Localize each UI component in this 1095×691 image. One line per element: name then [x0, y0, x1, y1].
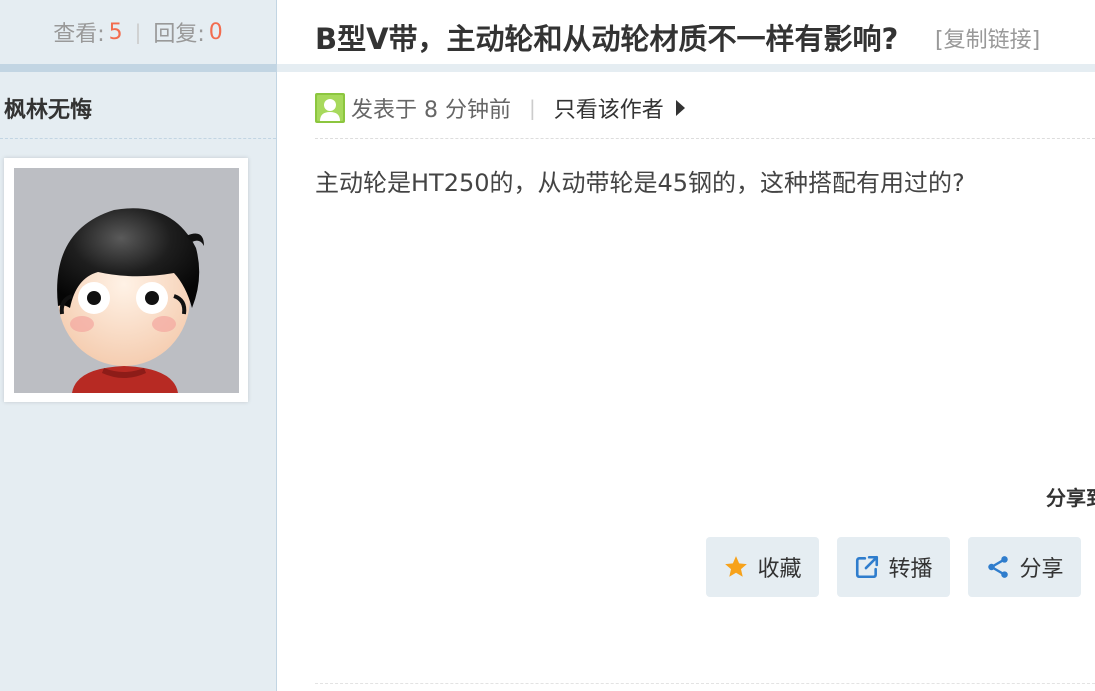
- author-divider: [0, 138, 276, 139]
- replies-label: 回复:: [153, 22, 205, 47]
- star-icon: [725, 556, 748, 577]
- thread-title: B型V带，主动轮和从动轮材质不一样有影响?: [315, 22, 899, 56]
- copy-link-button[interactable]: [复制链接]: [935, 22, 1040, 54]
- only-author-link[interactable]: 只看该作者: [554, 92, 664, 124]
- favorite-button[interactable]: 收藏: [706, 537, 819, 597]
- share-label: 分享: [1019, 557, 1064, 582]
- meta-separator: |: [528, 96, 536, 120]
- post-bottom-divider: [315, 683, 1095, 684]
- online-user-icon: [315, 93, 345, 123]
- views-count: 5: [108, 19, 123, 45]
- repost-button[interactable]: 转播: [837, 537, 950, 597]
- views-label: 查看:: [53, 22, 105, 47]
- avatar-image: [14, 168, 239, 393]
- repost-label: 转播: [888, 557, 933, 582]
- replies-count: 0: [208, 19, 223, 45]
- share-button[interactable]: 分享: [968, 537, 1081, 597]
- posted-time: 发表于 8 分钟前: [351, 98, 511, 123]
- share-icon: [988, 556, 1009, 578]
- cartoon-boy-avatar-icon: [14, 168, 239, 393]
- author-name-link[interactable]: 枫林无悔: [4, 92, 92, 124]
- sidebar-header-bar: [0, 64, 276, 72]
- thread-stats: 查看: 5 | 回复: 0: [0, 0, 276, 64]
- meta-divider: [315, 138, 1095, 139]
- author-sidebar: 查看: 5 | 回复: 0 枫林无悔: [0, 0, 277, 691]
- stats-separator: |: [134, 20, 142, 44]
- triangle-right-icon: [675, 100, 685, 116]
- thread-header-bar: [277, 64, 1095, 72]
- post-content: 主动轮是HT250的，从动带轮是45钢的，这种搭配有用过的?: [315, 169, 965, 197]
- post-meta: 发表于 8 分钟前 | 只看该作者: [315, 92, 685, 124]
- favorite-label: 收藏: [757, 557, 802, 582]
- avatar[interactable]: [4, 158, 248, 402]
- external-link-icon: [856, 555, 879, 579]
- share-to-label: 分享到: [1046, 486, 1095, 510]
